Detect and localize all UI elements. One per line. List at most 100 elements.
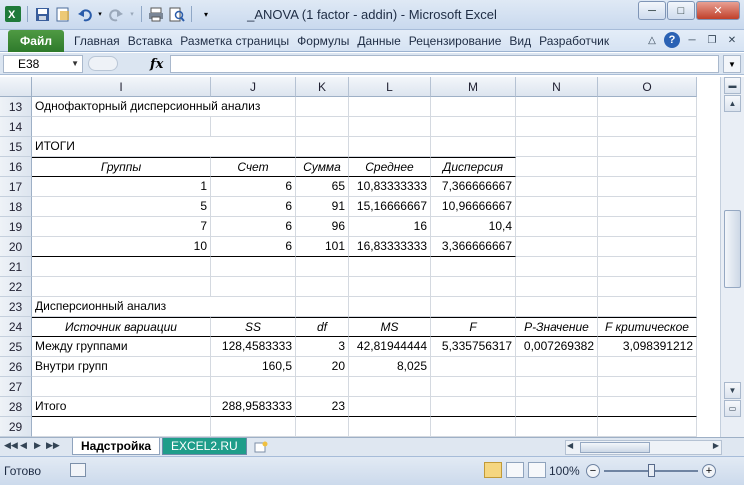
cell-l27[interactable] [349, 377, 431, 397]
cell-m22[interactable] [431, 277, 516, 297]
cell-o13[interactable] [598, 97, 697, 117]
cell-n29[interactable] [516, 417, 598, 437]
row-header[interactable]: 14 [0, 117, 32, 137]
cell-k21[interactable] [296, 257, 349, 277]
cell-i23[interactable]: Дисперсионный анализ [32, 297, 211, 317]
cell-j17[interactable]: 6 [211, 177, 296, 197]
cell-l25[interactable]: 42,81944444 [349, 337, 431, 357]
cell-i26[interactable]: Внутри групп [32, 357, 211, 377]
cell-j15[interactable] [211, 137, 296, 157]
row-header[interactable]: 16 [0, 157, 32, 177]
cell-o21[interactable] [598, 257, 697, 277]
cell-l22[interactable] [349, 277, 431, 297]
cell-k25[interactable]: 3 [296, 337, 349, 357]
row-header[interactable]: 27 [0, 377, 32, 397]
row-header[interactable]: 13 [0, 97, 32, 117]
cell-n18[interactable] [516, 197, 598, 217]
cell-j20[interactable]: 6 [211, 237, 296, 257]
column-header[interactable]: I [32, 77, 211, 97]
cell-n28[interactable] [516, 397, 598, 417]
ribbon-tab[interactable]: Главная [70, 34, 124, 48]
minimize-ribbon-icon[interactable]: △ [644, 32, 660, 48]
zoom-out-icon[interactable]: − [586, 464, 600, 478]
next-sheet-icon[interactable]: ▶ [32, 440, 43, 451]
cell-i22[interactable] [32, 277, 211, 297]
workbook-minimize-icon[interactable]: ─ [684, 32, 700, 48]
row-header[interactable]: 26 [0, 357, 32, 377]
cell-l19[interactable]: 16 [349, 217, 431, 237]
cell-o18[interactable] [598, 197, 697, 217]
cell-o22[interactable] [598, 277, 697, 297]
cell-o15[interactable] [598, 137, 697, 157]
cell-i13[interactable]: Однофакторный дисперсионный анализ [32, 97, 260, 117]
cell-j14[interactable] [211, 117, 296, 137]
worksheet-grid[interactable]: I J K L M N O 13 Однофакторный дисперсионный ана… [0, 77, 720, 437]
cell-i21[interactable] [32, 257, 211, 277]
cell-k16[interactable]: Сумма [296, 157, 349, 177]
cell-o17[interactable] [598, 177, 697, 197]
insert-sheet-icon[interactable] [250, 438, 272, 455]
cell-i24[interactable]: Источник вариации [32, 317, 211, 337]
cell-j18[interactable]: 6 [211, 197, 296, 217]
cell-i16[interactable]: Группы [32, 157, 211, 177]
cell-l28[interactable] [349, 397, 431, 417]
cell-i28[interactable]: Итого [32, 397, 211, 417]
cell-k28[interactable]: 23 [296, 397, 349, 417]
cell-k24[interactable]: df [296, 317, 349, 337]
row-header[interactable]: 15 [0, 137, 32, 157]
macro-record-icon[interactable] [70, 463, 86, 477]
cell-j24[interactable]: SS [211, 317, 296, 337]
expand-formula-bar-icon[interactable]: ▼ [723, 55, 741, 73]
cell-m20[interactable]: 3,366666667 [431, 237, 516, 257]
cell-n24[interactable]: P-Значение [516, 317, 598, 337]
cell-n25[interactable]: 0,007269382 [516, 337, 598, 357]
cell-l16[interactable]: Среднее [349, 157, 431, 177]
cell-m23[interactable] [431, 297, 516, 317]
cell-k23[interactable] [296, 297, 349, 317]
cell-k27[interactable] [296, 377, 349, 397]
cell-j26[interactable]: 160,5 [211, 357, 296, 377]
last-sheet-icon[interactable]: ▶▶ [46, 440, 60, 451]
cell-n21[interactable] [516, 257, 598, 277]
cell-o26[interactable] [598, 357, 697, 377]
cell-j16[interactable]: Счет [211, 157, 296, 177]
zoom-level[interactable]: 100% [549, 464, 580, 478]
name-box[interactable]: E38 ▼ [3, 55, 83, 73]
workbook-close-icon[interactable]: ✕ [724, 32, 740, 48]
cell-m13[interactable] [431, 97, 516, 117]
first-sheet-icon[interactable]: ◀◀ [4, 440, 18, 451]
row-header[interactable]: 23 [0, 297, 32, 317]
row-header[interactable]: 25 [0, 337, 32, 357]
split-box-icon[interactable]: ▬ [724, 77, 741, 94]
scroll-down-arrow-icon[interactable]: ▼ [724, 382, 741, 399]
cell-m14[interactable] [431, 117, 516, 137]
cell-o24[interactable]: F критическое [598, 317, 697, 337]
horizontal-scrollbar[interactable]: ◀ ▶ [565, 440, 722, 455]
ribbon-tab[interactable]: Разметка страницы [176, 34, 293, 48]
cell-m17[interactable]: 7,366666667 [431, 177, 516, 197]
cell-k17[interactable]: 65 [296, 177, 349, 197]
cell-m28[interactable] [431, 397, 516, 417]
ribbon-tab[interactable]: Разработчик [535, 34, 613, 48]
close-button[interactable]: ✕ [696, 1, 740, 20]
prev-sheet-icon[interactable]: ◀ [18, 440, 29, 451]
row-header[interactable]: 22 [0, 277, 32, 297]
cell-i15[interactable]: ИТОГИ [32, 137, 211, 157]
normal-view-icon[interactable] [484, 462, 502, 478]
cell-j27[interactable] [211, 377, 296, 397]
column-header[interactable]: M [431, 77, 516, 97]
cell-l17[interactable]: 10,83333333 [349, 177, 431, 197]
cell-n26[interactable] [516, 357, 598, 377]
cell-o29[interactable] [598, 417, 697, 437]
select-all-corner[interactable] [0, 77, 32, 97]
cell-l21[interactable] [349, 257, 431, 277]
row-header[interactable]: 20 [0, 237, 32, 257]
cell-n23[interactable] [516, 297, 598, 317]
horizontal-scroll-thumb[interactable] [580, 442, 650, 453]
name-box-dropdown-icon[interactable]: ▼ [71, 56, 79, 72]
workbook-restore-icon[interactable]: ❐ [704, 32, 720, 48]
page-layout-view-icon[interactable] [506, 462, 524, 478]
cell-l14[interactable] [349, 117, 431, 137]
sheet-tab-nadstroyka[interactable]: Надстройка [72, 438, 161, 455]
row-header[interactable]: 24 [0, 317, 32, 337]
